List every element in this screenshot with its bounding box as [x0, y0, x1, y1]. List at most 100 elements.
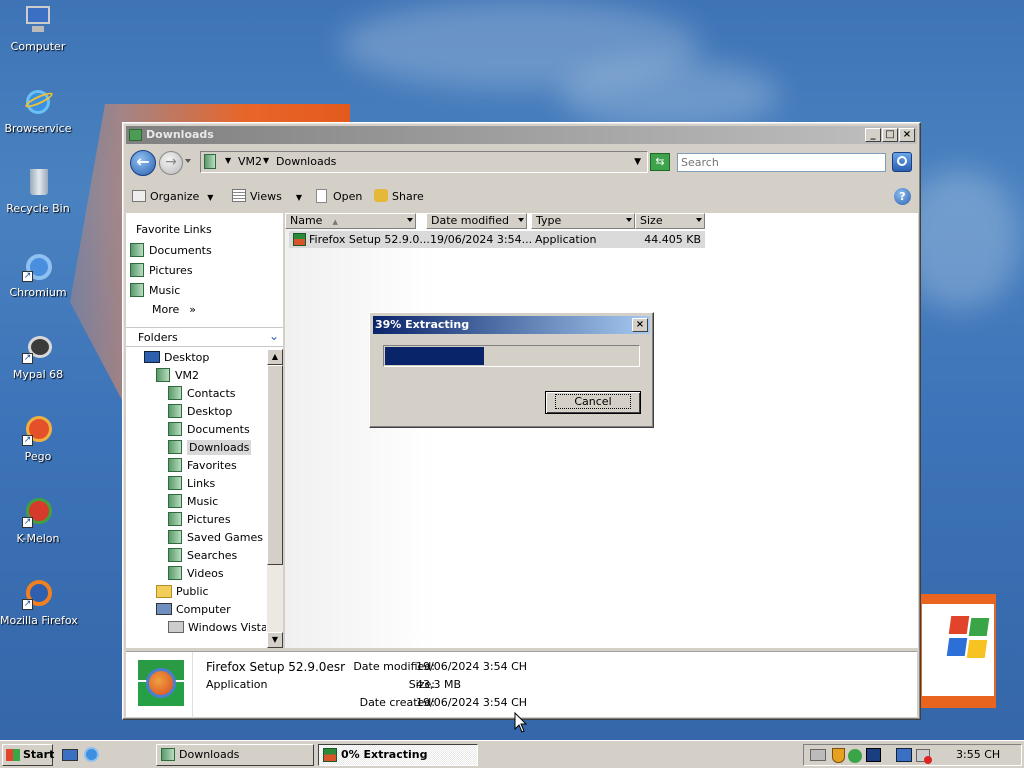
- tree-item-windows-vista[interactable]: Windows Vista (C: [168, 619, 266, 636]
- close-button[interactable]: ×: [899, 128, 915, 142]
- videos-icon: [168, 566, 182, 580]
- taskbar-item-downloads[interactable]: Downloads: [156, 744, 314, 766]
- back-button[interactable]: ←: [130, 150, 156, 176]
- tree-item-downloads[interactable]: Downloads: [168, 439, 252, 456]
- folders-tree: Desktop VM2 Contacts Desktop Documents D…: [126, 349, 266, 647]
- desktop-icon: [144, 351, 160, 363]
- column-header-name[interactable]: Name ▲: [285, 213, 416, 229]
- start-button[interactable]: Start: [2, 744, 54, 766]
- refresh-button[interactable]: ⇆: [650, 153, 670, 171]
- folders-scrollbar[interactable]: ▲ ▼: [267, 349, 283, 648]
- tree-item-searches[interactable]: Searches: [168, 547, 237, 564]
- cancel-button[interactable]: Cancel: [545, 391, 641, 414]
- breadcrumb-downloads[interactable]: Downloads: [276, 155, 336, 168]
- show-desktop-icon[interactable]: [62, 749, 78, 761]
- scroll-down-button[interactable]: ▼: [267, 632, 283, 648]
- computer-icon: [156, 603, 172, 615]
- desktop-icon-browservice[interactable]: Browservice: [0, 86, 76, 135]
- tree-item-favorites[interactable]: Favorites: [168, 457, 237, 474]
- dialog-close-button[interactable]: ×: [632, 318, 648, 332]
- contacts-icon: [168, 386, 182, 400]
- scroll-thumb[interactable]: [267, 365, 283, 565]
- tree-item-public[interactable]: Public: [156, 583, 209, 600]
- forward-button[interactable]: →: [159, 151, 183, 175]
- favorite-link-documents[interactable]: Documents: [130, 243, 212, 257]
- folder-icon: [161, 748, 175, 761]
- views-button[interactable]: Views ▼: [232, 187, 302, 207]
- window-titlebar[interactable]: Downloads _ □ ×: [126, 126, 917, 144]
- window-title: Downloads: [146, 128, 214, 141]
- network-icon[interactable]: [896, 748, 912, 762]
- minimize-button[interactable]: _: [865, 128, 881, 142]
- tree-item-documents[interactable]: Documents: [168, 421, 250, 438]
- maximize-button[interactable]: □: [882, 128, 898, 142]
- folders-header[interactable]: Folders ⌄: [126, 327, 283, 347]
- search-icon: [897, 156, 907, 166]
- tree-item-computer[interactable]: Computer: [156, 601, 231, 618]
- clock[interactable]: 3:55 CH: [956, 748, 1000, 761]
- security-shield-icon[interactable]: [832, 748, 845, 763]
- column-header-size[interactable]: Size: [635, 213, 705, 229]
- documents-icon: [168, 422, 182, 436]
- column-header-type[interactable]: Type: [531, 213, 635, 229]
- tree-item-videos[interactable]: Videos: [168, 565, 224, 582]
- pictures-icon: [168, 512, 182, 526]
- organize-button[interactable]: Organize ▼: [132, 187, 213, 207]
- favorite-link-music[interactable]: Music: [130, 283, 180, 297]
- monitor-icon[interactable]: [866, 748, 881, 762]
- extract-progress-bar: [383, 345, 640, 367]
- chevron-right-icon: ▼: [263, 156, 270, 165]
- open-button[interactable]: Open: [316, 187, 362, 207]
- address-field[interactable]: ▼ VM2 ▼ Downloads ▼: [200, 151, 648, 173]
- column-header-date-modified[interactable]: Date modified: [426, 213, 527, 229]
- volume-muted-icon[interactable]: [916, 749, 932, 764]
- tree-item-desktop-2[interactable]: Desktop: [168, 403, 232, 420]
- scroll-up-button[interactable]: ▲: [267, 349, 283, 365]
- tree-item-saved-games[interactable]: Saved Games: [168, 529, 263, 546]
- desktop-icon-k-melon[interactable]: ↗ K-Melon: [0, 496, 76, 545]
- desktop-icon-computer[interactable]: Computer: [0, 4, 76, 53]
- desktop-icon-chromium[interactable]: ↗ Chromium: [0, 250, 76, 299]
- update-icon[interactable]: [848, 749, 862, 763]
- downloads-icon: [168, 440, 182, 454]
- browser-quicklaunch-icon[interactable]: [84, 747, 99, 762]
- folder-icon: [129, 129, 142, 141]
- tree-item-vm2[interactable]: VM2: [156, 367, 199, 384]
- favorite-link-more[interactable]: More»: [152, 303, 196, 316]
- details-created-value: 19/06/2024 3:54 CH: [416, 696, 528, 709]
- breadcrumb-vm2[interactable]: VM2: [238, 155, 262, 168]
- file-row[interactable]: Firefox Setup 52.9.0... 19/06/2024 3:54.…: [289, 231, 705, 248]
- tree-item-contacts[interactable]: Contacts: [168, 385, 236, 402]
- favorite-link-pictures[interactable]: Pictures: [130, 263, 193, 277]
- chevron-right-icon: ▼: [225, 156, 232, 165]
- desktop-folder-icon: [168, 404, 182, 418]
- tree-item-pictures[interactable]: Pictures: [168, 511, 231, 528]
- address-dropdown-icon[interactable]: ▼: [634, 157, 641, 167]
- desktop-icon-recycle-bin[interactable]: Recycle Bin: [0, 166, 76, 215]
- music-icon: [130, 283, 144, 297]
- address-folder-icon: [204, 154, 216, 169]
- history-dropdown-icon[interactable]: [185, 159, 191, 163]
- installer-icon: [323, 748, 337, 762]
- share-button[interactable]: Share: [374, 187, 424, 207]
- open-icon: [316, 189, 327, 203]
- installer-large-icon: [138, 660, 184, 706]
- pictures-icon: [130, 263, 144, 277]
- desktop-icon-firefox[interactable]: ↗ Mozilla Firefox: [0, 578, 78, 627]
- tree-item-music[interactable]: Music: [168, 493, 218, 510]
- search-input[interactable]: [677, 153, 886, 172]
- tree-item-links[interactable]: Links: [168, 475, 215, 492]
- internet-explorer-icon: [22, 86, 55, 118]
- chevron-down-icon: ⌄: [268, 329, 279, 343]
- mouse-cursor: [514, 712, 528, 733]
- installer-icon: [293, 233, 306, 246]
- dialog-titlebar[interactable]: 39% Extracting ×: [373, 316, 650, 334]
- taskbar-item-extracting[interactable]: 0% Extracting: [318, 744, 478, 766]
- tree-item-desktop[interactable]: Desktop: [144, 349, 209, 366]
- desktop-icon-mypal[interactable]: ↗ Mypal 68: [0, 332, 76, 381]
- details-file-kind: Application: [206, 678, 268, 691]
- search-button[interactable]: [892, 152, 912, 172]
- keyboard-icon[interactable]: [810, 749, 826, 761]
- desktop-icon-pego[interactable]: ↗ Pego: [0, 414, 76, 463]
- help-icon[interactable]: ?: [894, 188, 911, 205]
